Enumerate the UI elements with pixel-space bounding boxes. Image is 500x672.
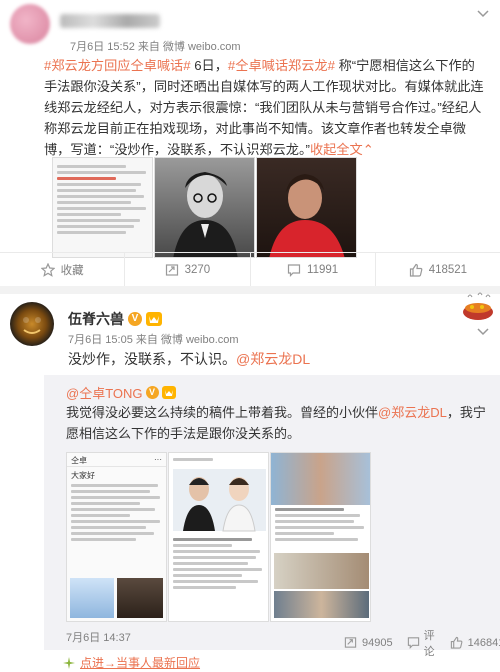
vip-badge-icon: V bbox=[128, 312, 142, 326]
hotpot-sticker-icon bbox=[460, 292, 496, 322]
repost-image-article-list[interactable]: 仝卓 ··· 大家好 bbox=[66, 452, 167, 622]
repost-like-count: 146841 bbox=[467, 637, 500, 649]
chevron-down-icon[interactable] bbox=[476, 6, 490, 20]
repost-fan-badge-icon bbox=[161, 386, 176, 399]
repost-image-dual-portrait[interactable] bbox=[168, 452, 269, 622]
post2-chevron-down-icon[interactable] bbox=[476, 324, 490, 338]
repost-text-before: 我觉得没必要这么持续的稿件上带着我。曾经的小伙伴 bbox=[66, 405, 379, 420]
like-button[interactable]: 418521 bbox=[376, 253, 500, 286]
footer-latest-response-link[interactable]: 点进→当事人最新回应 bbox=[62, 654, 200, 671]
post1-action-bar: 收藏 3270 11991 418521 bbox=[0, 252, 500, 286]
post2-username-row: 伍脊六兽 V bbox=[68, 309, 162, 329]
comment-icon bbox=[287, 263, 301, 277]
repost-mention-link[interactable]: @郑云龙DL bbox=[378, 405, 447, 420]
post1-image-bw-portrait[interactable] bbox=[154, 157, 255, 258]
repost-comment-label: 评论 bbox=[423, 630, 435, 658]
footer-label: 点进→当事人最新回应 bbox=[80, 656, 201, 670]
comment-icon bbox=[407, 636, 420, 650]
repost-image-group-photos[interactable] bbox=[270, 452, 371, 622]
post1-text-segment: 6日， bbox=[190, 58, 228, 73]
post2-text-plain: 没炒作，没联系，不认识。 bbox=[68, 351, 236, 367]
repost-button[interactable]: 3270 bbox=[125, 253, 251, 286]
post1-username-blurred[interactable] bbox=[60, 14, 160, 28]
comment-button[interactable]: 11991 bbox=[251, 253, 376, 286]
repost-count: 3270 bbox=[184, 263, 211, 276]
post1-avatar[interactable] bbox=[10, 4, 50, 44]
repost-comment-button[interactable]: 评论 bbox=[407, 627, 436, 659]
post1-image-article-screenshot[interactable] bbox=[52, 157, 153, 258]
repost-vip-badge-icon: V bbox=[145, 386, 159, 399]
repost-like-button[interactable]: 146841 bbox=[450, 636, 500, 650]
repost-time: 7月6日 14:37 bbox=[66, 632, 131, 644]
hashtag-link[interactable]: #郑云龙方回应仝卓喊话# bbox=[44, 58, 191, 73]
like-count: 418521 bbox=[428, 263, 468, 276]
collapse-link[interactable]: 收起全文 bbox=[310, 142, 363, 157]
fan-badge-icon bbox=[146, 312, 162, 326]
repost-thumb-caption: 大家好 bbox=[71, 471, 95, 480]
repost-text: 我觉得没必要这么持续的稿件上带着我。曾经的小伙伴@郑云龙DL，我宁愿相信这么下作… bbox=[66, 402, 488, 444]
repost-box[interactable]: @仝卓TONG V 我觉得没必要这么持续的稿件上带着我。曾经的小伙伴@郑云龙DL… bbox=[44, 375, 500, 658]
favorite-button[interactable]: 收藏 bbox=[0, 253, 126, 286]
repost-thumb-header: 仝卓 ··· bbox=[67, 453, 166, 467]
repost-thumb-header-label: 仝卓 bbox=[71, 456, 87, 465]
post1-text: #郑云龙方回应仝卓喊话# 6日，#仝卓喊话郑云龙# 称“宁愿相信这么下作的手法跟… bbox=[44, 55, 486, 160]
repost-icon bbox=[344, 636, 358, 650]
hashtag-link[interactable]: #仝卓喊话郑云龙# bbox=[228, 58, 335, 73]
sparkle-icon bbox=[62, 656, 76, 670]
post2-avatar[interactable] bbox=[10, 302, 54, 346]
post1-meta: 7月6日 15:52 来自 微博 weibo.com bbox=[70, 41, 241, 53]
thumbs-up-icon bbox=[409, 263, 423, 277]
post1-image-red-shirt-portrait[interactable] bbox=[256, 157, 357, 258]
post2-mention-link[interactable]: @郑云龙DL bbox=[236, 351, 310, 367]
repost-author[interactable]: @仝卓TONG bbox=[66, 383, 143, 402]
divider bbox=[0, 286, 500, 294]
collapse-link[interactable]: ⌃ bbox=[363, 142, 374, 157]
more-icon: ··· bbox=[154, 455, 162, 464]
post2-meta: 7月6日 15:05 来自 微博 weibo.com bbox=[68, 334, 239, 346]
post2-username[interactable]: 伍脊六兽 bbox=[68, 309, 124, 329]
thumbs-up-icon bbox=[450, 636, 464, 650]
repost-author-row: @仝卓TONG V bbox=[66, 383, 176, 402]
repost-stats: 94905 评论 146841 bbox=[344, 627, 500, 659]
star-icon bbox=[40, 262, 56, 277]
favorite-label: 收藏 bbox=[60, 264, 84, 277]
post2-text: 没炒作，没联系，不认识。@郑云龙DL bbox=[68, 349, 310, 369]
comment-count: 11991 bbox=[307, 263, 339, 276]
repost-icon bbox=[165, 263, 179, 277]
repost-repost-count: 94905 bbox=[362, 637, 393, 649]
repost-repost-button[interactable]: 94905 bbox=[344, 636, 393, 650]
